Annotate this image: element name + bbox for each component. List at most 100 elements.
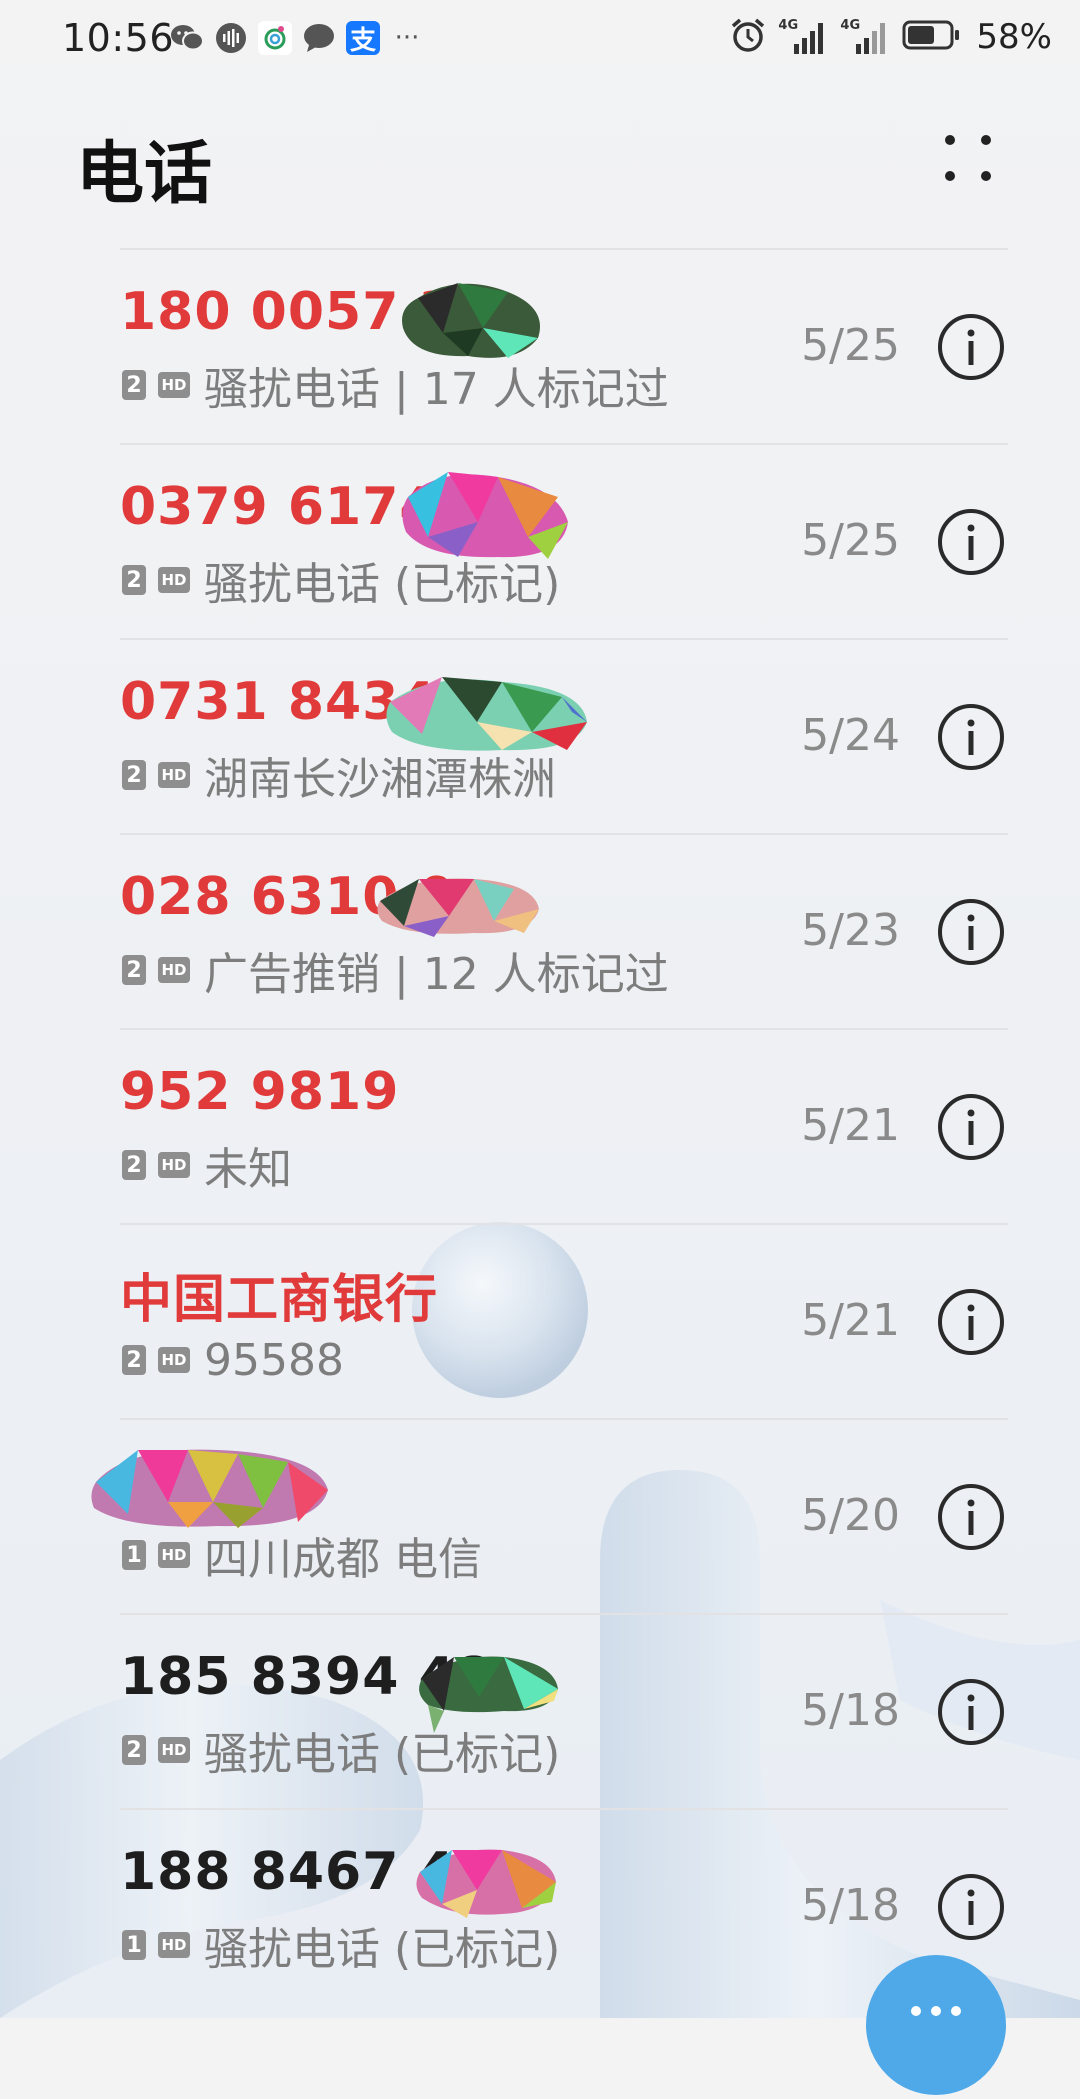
hd-voice-badge: HD (158, 372, 190, 398)
call-date: 5/18 (801, 1880, 900, 1931)
call-date: 5/21 (801, 1295, 900, 1346)
info-icon (938, 1874, 1004, 1940)
page-title: 电话 (76, 135, 213, 214)
row-divider (120, 248, 1008, 250)
row-divider (120, 1223, 1008, 1225)
battery-icon (902, 19, 960, 55)
call-meta: 2 HD 骚扰电话 | 17 人标记过 (122, 360, 669, 415)
call-details-button[interactable] (936, 1482, 1006, 1552)
wechat-icon (170, 21, 204, 55)
call-description: 四川成都 电信 (204, 1534, 482, 1585)
info-icon (938, 509, 1004, 575)
caller-name: 188 8467 46 (120, 1842, 493, 1902)
info-icon (938, 1679, 1004, 1745)
call-log-row[interactable]: 1 HD 四川成都 电信 5/20 (0, 1418, 1080, 1613)
caller-name: 028 6310 0 (120, 867, 456, 927)
call-meta: 2 HD 95588 (122, 1334, 344, 1386)
hd-voice-badge: HD (158, 1737, 190, 1763)
dots-grid-icon (945, 135, 991, 181)
call-description: 骚扰电话 (已标记) (204, 1729, 561, 1780)
call-details-button[interactable] (936, 1092, 1006, 1162)
voice-icon (214, 21, 248, 55)
row-divider (120, 833, 1008, 835)
hd-voice-badge: HD (158, 762, 190, 788)
hd-voice-badge: HD (158, 567, 190, 593)
alarm-icon (730, 17, 766, 57)
call-details-button[interactable] (936, 1677, 1006, 1747)
more-notifications-icon: ··· (394, 23, 420, 53)
call-date: 5/25 (801, 515, 900, 566)
caller-name: 0731 8434 (120, 672, 437, 732)
info-icon (938, 899, 1004, 965)
call-log-row[interactable]: 0731 8434 2 HD 湖南长沙湘潭株洲 5/24 (0, 638, 1080, 833)
sim-card-badge: 1 (122, 1540, 146, 1570)
call-meta: 2 HD 骚扰电话 (已标记) (122, 555, 560, 610)
call-meta: 2 HD 广告推销 | 12 人标记过 (122, 945, 669, 1000)
call-log-row[interactable]: 180 0057 3 2 HD 骚扰电话 | 17 人标记过 5/25 (0, 248, 1080, 443)
call-meta: 2 HD 未知 (122, 1140, 292, 1195)
info-icon (938, 314, 1004, 380)
more-options-button[interactable] (936, 128, 1000, 192)
mobile-operator-icon (258, 21, 292, 55)
call-meta: 2 HD 骚扰电话 (已标记) (122, 1725, 560, 1780)
sim-card-badge: 2 (122, 1345, 146, 1375)
call-description: 未知 (204, 1144, 292, 1195)
info-icon (938, 704, 1004, 770)
call-description: 湖南长沙湘潭株洲 (204, 754, 556, 805)
row-divider (120, 1808, 1008, 1810)
redaction-mask (91, 1449, 328, 1528)
call-log-row[interactable]: 中国工商银行 2 HD 95588 5/21 (0, 1223, 1080, 1418)
hd-voice-badge: HD (158, 1152, 190, 1178)
caller-name: 180 0057 3 (120, 282, 456, 342)
message-icon (302, 21, 336, 55)
call-description: 骚扰电话 | 17 人标记过 (204, 364, 669, 415)
caller-name: 952 9819 (120, 1062, 400, 1122)
call-details-button[interactable] (936, 1287, 1006, 1357)
row-divider (120, 1028, 1008, 1030)
call-description: 骚扰电话 (已标记) (204, 1924, 561, 1975)
call-details-button[interactable] (936, 897, 1006, 967)
sim-card-badge: 2 (122, 1150, 146, 1180)
call-meta: 1 HD 骚扰电话 (已标记) (122, 1920, 560, 1975)
caller-name: 0379 6174 (120, 477, 437, 537)
call-details-button[interactable] (936, 507, 1006, 577)
call-log-row[interactable]: 028 6310 0 2 HD 广告推销 | 12 人标记过 5/23 (0, 833, 1080, 1028)
caller-name: 185 8394 48 (120, 1647, 493, 1707)
call-log-row[interactable]: 0379 6174 2 HD 骚扰电话 (已标记) 5/25 (0, 443, 1080, 638)
info-icon (938, 1289, 1004, 1355)
call-description: 骚扰电话 (已标记) (204, 559, 561, 610)
sim-card-badge: 2 (122, 760, 146, 790)
signal-4g-icon: 4G (840, 18, 890, 56)
hd-voice-badge: HD (158, 1932, 190, 1958)
call-log-row[interactable]: 952 9819 2 HD 未知 5/21 (0, 1028, 1080, 1223)
call-description: 95588 (204, 1334, 344, 1386)
row-divider (120, 1418, 1008, 1420)
sim-card-badge: 2 (122, 1735, 146, 1765)
alipay-icon: 支 (346, 21, 380, 56)
call-date: 5/23 (801, 905, 900, 956)
call-date: 5/21 (801, 1100, 900, 1151)
call-description: 广告推销 | 12 人标记过 (204, 949, 669, 1000)
call-log-list: 180 0057 3 2 HD 骚扰电话 | 17 人标记过 5/25 0379… (0, 248, 1080, 2003)
status-time: 10:56 (62, 16, 175, 60)
more-dots-icon (911, 2006, 961, 2016)
battery-percent: 58% (976, 17, 1052, 57)
sim-card-badge: 1 (122, 1930, 146, 1960)
sim-card-badge: 2 (122, 370, 146, 400)
call-details-button[interactable] (936, 1872, 1006, 1942)
call-details-button[interactable] (936, 312, 1006, 382)
sim-card-badge: 2 (122, 955, 146, 985)
dialpad-fab-button[interactable] (866, 1955, 1006, 2095)
call-meta: 1 HD 四川成都 电信 (122, 1530, 482, 1585)
sim-card-badge: 2 (122, 565, 146, 595)
call-date: 5/25 (801, 320, 900, 371)
call-meta: 2 HD 湖南长沙湘潭株洲 (122, 750, 556, 805)
call-date: 5/24 (801, 710, 900, 761)
caller-name: 中国工商银行 (120, 1270, 439, 1330)
call-date: 5/18 (801, 1685, 900, 1736)
row-divider (120, 443, 1008, 445)
call-details-button[interactable] (936, 702, 1006, 772)
call-log-row[interactable]: 185 8394 48 2 HD 骚扰电话 (已标记) 5/18 (0, 1613, 1080, 1808)
info-icon (938, 1484, 1004, 1550)
hd-voice-badge: HD (158, 1347, 190, 1373)
